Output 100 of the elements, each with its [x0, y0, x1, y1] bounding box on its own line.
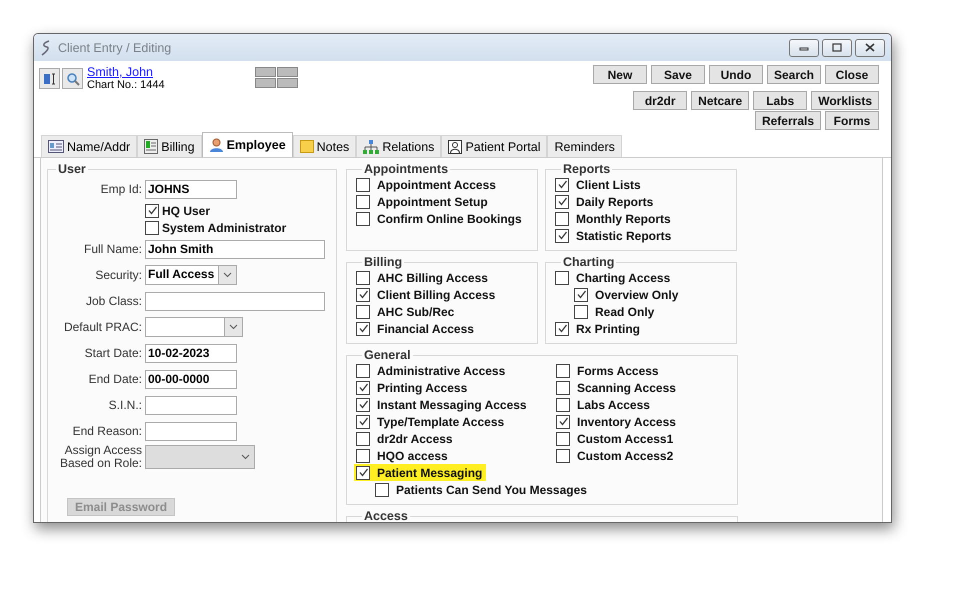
- checkbox[interactable]: [356, 288, 370, 302]
- checkbox[interactable]: [356, 414, 370, 428]
- input-field[interactable]: [145, 396, 237, 414]
- search-icon[interactable]: [62, 68, 83, 89]
- field-label: Job Class:: [84, 294, 142, 308]
- panel-icon[interactable]: [39, 68, 60, 89]
- checkbox[interactable]: [145, 204, 159, 218]
- checkbox[interactable]: [356, 322, 370, 336]
- checkbox[interactable]: [555, 194, 569, 208]
- checkbox-label: Type/Template Access: [377, 414, 504, 428]
- chevron-down-icon: [223, 272, 232, 278]
- checkbox[interactable]: [375, 482, 389, 496]
- checkbox[interactable]: [574, 304, 588, 318]
- toolbar-button[interactable]: Forms: [825, 111, 879, 130]
- tab[interactable]: Name/Addr: [41, 135, 138, 157]
- checkbox-label: Rx Printing: [576, 322, 640, 336]
- tab[interactable]: Notes: [292, 135, 356, 157]
- checkbox[interactable]: [145, 220, 159, 234]
- patient-name-link[interactable]: Smith, John: [87, 65, 165, 79]
- checkbox-label: Appointment Setup: [377, 194, 488, 208]
- checkbox-label: HQO access: [377, 448, 448, 462]
- toolbar-button[interactable]: Save: [650, 65, 705, 84]
- checkbox[interactable]: [356, 448, 370, 462]
- tab[interactable]: Relations: [356, 135, 442, 157]
- checkbox-label: Scanning Access: [577, 380, 676, 394]
- checkbox-label: AHC Sub/Rec: [377, 304, 454, 318]
- minimize-button[interactable]: [789, 38, 819, 56]
- checkbox-label: Instant Messaging Access: [377, 398, 527, 412]
- dropdown[interactable]: Full Access: [145, 265, 237, 285]
- input-field[interactable]: 00-00-0000: [145, 370, 237, 388]
- toolbar-button[interactable]: Labs: [753, 91, 808, 110]
- input-field[interactable]: [145, 292, 325, 310]
- checkbox[interactable]: [556, 398, 570, 412]
- field-label: Assign Access Based on Role:: [58, 444, 142, 470]
- checkbox[interactable]: [356, 432, 370, 446]
- checkbox-label: Forms Access: [577, 364, 659, 378]
- checkbox-label: Labs Access: [577, 398, 650, 412]
- toolbar-button[interactable]: Worklists: [811, 91, 879, 110]
- portrait-icon: [448, 140, 462, 154]
- checkbox-label: Confirm Online Bookings: [377, 212, 522, 226]
- checkbox[interactable]: [574, 288, 588, 302]
- tab[interactable]: Employee: [202, 132, 293, 157]
- checkbox[interactable]: [555, 270, 569, 284]
- chart-number: Chart No.: 1444: [87, 79, 165, 91]
- checkbox[interactable]: [555, 212, 569, 226]
- chevron-down-icon: [241, 454, 250, 460]
- checkbox-label: AHC Billing Access: [377, 270, 488, 284]
- close-icon: [865, 43, 875, 52]
- checkbox[interactable]: [356, 270, 370, 284]
- checkbox[interactable]: [555, 178, 569, 192]
- checkbox[interactable]: [356, 194, 370, 208]
- checkbox-label: Statistic Reports: [576, 228, 672, 242]
- input-field[interactable]: John Smith: [145, 240, 325, 258]
- checkbox-label: dr2dr Access: [377, 432, 453, 446]
- close-button[interactable]: [855, 38, 885, 56]
- checkbox[interactable]: [356, 364, 370, 378]
- checkbox[interactable]: [356, 466, 370, 480]
- checkbox-label: Client Lists: [576, 178, 641, 192]
- checkbox-label: Appointment Access: [377, 178, 496, 192]
- tab[interactable]: Reminders: [547, 135, 622, 157]
- checkbox[interactable]: [356, 380, 370, 394]
- maximize-button[interactable]: [822, 38, 852, 56]
- toolbar-button[interactable]: Search: [766, 65, 821, 84]
- field-label: Security:: [94, 268, 142, 282]
- checkbox-label: Custom Access1: [577, 432, 674, 446]
- checkbox[interactable]: [555, 228, 569, 242]
- toolbar-button[interactable]: Referrals: [754, 111, 821, 130]
- checkbox[interactable]: [356, 212, 370, 226]
- checkbox[interactable]: [556, 448, 570, 462]
- group-title: Billing: [363, 255, 404, 269]
- input-field[interactable]: 10-02-2023: [145, 344, 237, 362]
- toolbar-button[interactable]: dr2dr: [633, 91, 688, 110]
- checkbox-label: Financial Access: [377, 322, 474, 336]
- field-label: Start Date:: [84, 346, 142, 360]
- tab[interactable]: Patient Portal: [441, 135, 548, 157]
- checkbox-label: Overview Only: [595, 288, 678, 302]
- toolbar-button[interactable]: Close: [825, 65, 879, 84]
- checkbox[interactable]: [356, 304, 370, 318]
- window-title: Client Entry / Editing: [58, 40, 172, 54]
- checkbox[interactable]: [556, 380, 570, 394]
- toolbar-button[interactable]: Undo: [708, 65, 763, 84]
- checkbox[interactable]: [556, 432, 570, 446]
- checkbox[interactable]: [556, 364, 570, 378]
- checkbox[interactable]: [556, 414, 570, 428]
- field-label: End Reason:: [72, 424, 142, 438]
- checkbox[interactable]: [356, 398, 370, 412]
- squiggle-icon: [40, 40, 52, 56]
- toolbar-button[interactable]: New: [592, 65, 647, 84]
- checkbox[interactable]: [555, 322, 569, 336]
- checkbox-label: Daily Reports: [576, 194, 654, 208]
- checkbox[interactable]: [356, 178, 370, 192]
- input-field[interactable]: JOHNS: [145, 180, 237, 198]
- toolbar-button[interactable]: Netcare: [691, 91, 750, 110]
- checkbox-label: Client Billing Access: [377, 288, 496, 302]
- tab[interactable]: Billing: [137, 135, 202, 157]
- checkbox-label: Patients Can Send You Messages: [396, 482, 587, 496]
- checkbox-label: Charting Access: [576, 270, 670, 284]
- group-title: Appointments: [363, 162, 450, 176]
- input-field[interactable]: [145, 422, 237, 440]
- chevron-down-icon: [229, 324, 238, 330]
